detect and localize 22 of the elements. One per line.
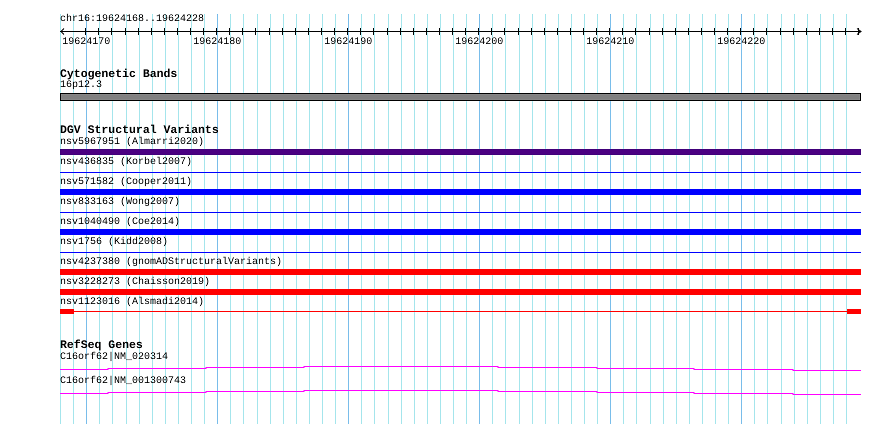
feature-label: nsv571582 (Cooper2011) — [60, 177, 192, 188]
feature-label: nsv3228273 (Chaisson2019) — [60, 277, 210, 288]
track-title: DGV Structural Variants — [60, 125, 219, 137]
feature-label: C16orf62|NM_001300743 — [60, 376, 186, 387]
coordinate-label: 19624190 — [324, 37, 372, 48]
track-title: RefSeq Genes — [60, 340, 143, 352]
location-label: chr16:19624168..19624228 — [60, 14, 204, 25]
feature-label: 16p12.3 — [60, 80, 102, 91]
coordinate-label: 19624170 — [62, 37, 110, 48]
feature-label: nsv833163 (Wong2007) — [60, 197, 180, 208]
coordinate-label: 19624200 — [455, 37, 504, 48]
feature-label: nsv5967951 (Almarri2020) — [60, 137, 204, 148]
feature-label: nsv1123016 (Alsmadi2014) — [60, 297, 204, 308]
coordinate-label: 19624220 — [717, 37, 766, 48]
feature-label: nsv1040490 (Coe2014) — [60, 217, 180, 228]
feature-label: C16orf62|NM_020314 — [60, 352, 168, 363]
feature-label: nsv436835 (Korbel2007) — [60, 157, 192, 168]
feature-label: nsv4237380 (gnomADStructuralVariants) — [60, 257, 282, 268]
coordinate-label: 19624180 — [193, 37, 242, 48]
track-title: Cytogenetic Bands — [60, 69, 178, 81]
coordinate-label: 19624210 — [586, 37, 634, 48]
feature-label: nsv1756 (Kidd2008) — [60, 237, 168, 248]
